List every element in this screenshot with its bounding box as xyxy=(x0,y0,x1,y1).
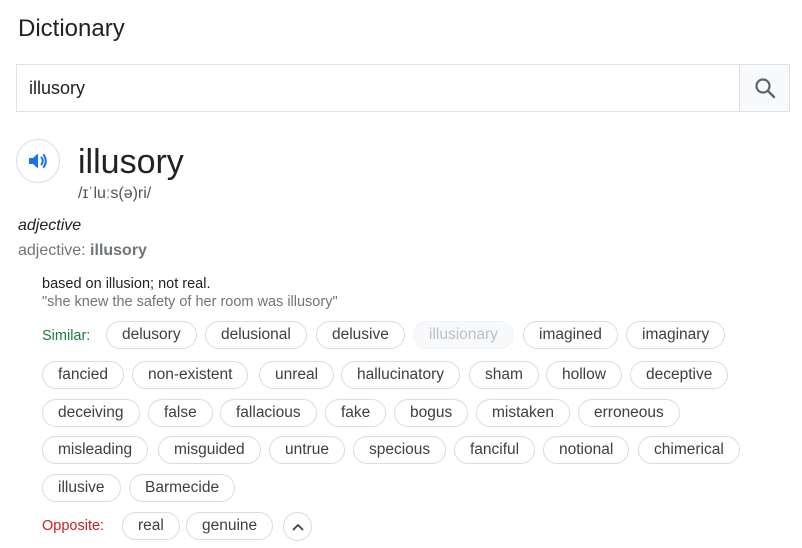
similar-chip-bogus[interactable]: bogus xyxy=(394,399,469,427)
phonetic-transcription: /ɪˈluːs(ə)ri/ xyxy=(78,185,152,202)
similar-chip-hollow[interactable]: hollow xyxy=(546,361,622,389)
similar-chip-sham[interactable]: sham xyxy=(469,361,539,389)
search-icon xyxy=(754,78,775,99)
similar-chip-false[interactable]: false xyxy=(148,399,213,427)
opposite-chip-real[interactable]: real xyxy=(122,512,180,540)
similar-chip-deceiving[interactable]: deceiving xyxy=(42,399,140,427)
part-of-speech-line: adjective: illusory xyxy=(18,242,147,260)
page-title: Dictionary xyxy=(18,15,125,42)
similar-chip-illusive[interactable]: illusive xyxy=(42,474,121,502)
similar-chip-deceptive[interactable]: deceptive xyxy=(630,361,729,389)
similar-chip-fake[interactable]: fake xyxy=(325,399,387,427)
similar-chip-fancied[interactable]: fancied xyxy=(42,361,124,389)
similar-chip-fanciful[interactable]: fanciful xyxy=(454,436,536,464)
similar-chip-illusionary: illusionary xyxy=(413,321,514,349)
similar-chip-untrue[interactable]: untrue xyxy=(269,436,345,464)
similar-chip-chimerical[interactable]: chimerical xyxy=(638,436,740,464)
similar-chip-delusive[interactable]: delusive xyxy=(316,321,405,349)
similar-chip-delusional[interactable]: delusional xyxy=(205,321,307,349)
part-of-speech: adjective xyxy=(18,217,82,234)
pronounce-button[interactable] xyxy=(16,139,60,183)
similar-chip-specious[interactable]: specious xyxy=(353,436,447,464)
pos-prefix: adjective: xyxy=(18,242,91,259)
speaker-icon xyxy=(29,153,47,169)
similar-chip-barmecide[interactable]: Barmecide xyxy=(129,474,236,502)
definition-text: based on illusion; not real. xyxy=(42,276,211,292)
opposite-label: Opposite: xyxy=(42,518,105,534)
headword: illusory xyxy=(78,143,184,181)
similar-chip-mistaken[interactable]: mistaken xyxy=(476,399,571,427)
similar-chip-erroneous[interactable]: erroneous xyxy=(578,399,680,427)
similar-chip-imagined[interactable]: imagined xyxy=(523,321,618,349)
similar-chip-hallucinatory[interactable]: hallucinatory xyxy=(341,361,461,389)
chevron-up-icon xyxy=(292,523,303,530)
opposite-chip-genuine[interactable]: genuine xyxy=(186,512,274,540)
search-input[interactable] xyxy=(17,65,739,111)
collapse-button[interactable] xyxy=(283,512,312,541)
similar-chip-imaginary[interactable]: imaginary xyxy=(626,321,726,349)
similar-chip-delusory[interactable]: delusory xyxy=(106,321,197,349)
similar-chip-non-existent[interactable]: non-existent xyxy=(132,361,249,389)
similar-chip-notional[interactable]: notional xyxy=(543,436,630,464)
pos-word: illusory xyxy=(90,242,147,259)
similar-chip-misguided[interactable]: misguided xyxy=(158,436,261,464)
similar-chip-fallacious[interactable]: fallacious xyxy=(220,399,317,427)
similar-chip-unreal[interactable]: unreal xyxy=(259,361,335,389)
example-sentence: "she knew the safety of her room was ill… xyxy=(42,294,338,310)
similar-label: Similar: xyxy=(42,328,91,344)
similar-chip-misleading[interactable]: misleading xyxy=(42,436,149,464)
search-box xyxy=(16,64,790,112)
search-button[interactable] xyxy=(739,65,789,111)
